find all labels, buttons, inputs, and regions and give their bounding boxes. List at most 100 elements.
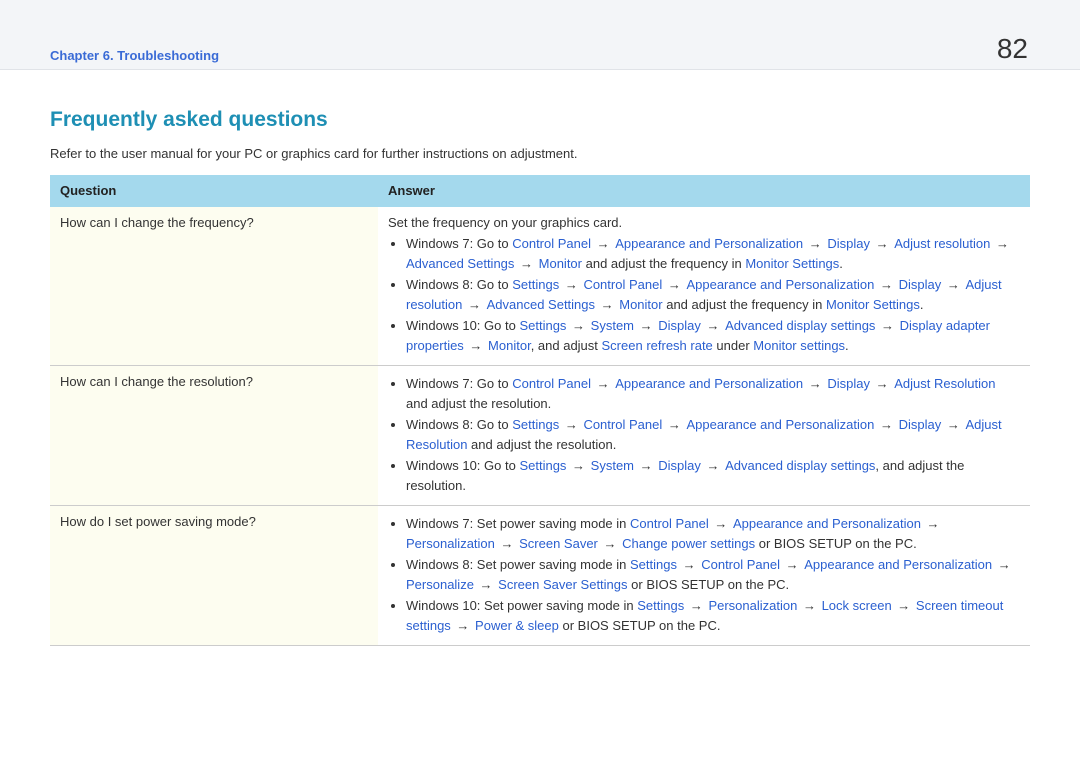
nav-step: Appearance and Personalization <box>686 417 874 432</box>
nav-step: Personalization <box>406 536 495 551</box>
nav-step: Monitor <box>488 338 531 353</box>
arrow-icon: → <box>711 516 731 531</box>
arrow-icon: → <box>876 277 896 292</box>
nav-step: Change power settings <box>622 536 755 551</box>
arrow-icon: → <box>636 458 656 473</box>
nav-step: Monitor <box>619 297 662 312</box>
arrow-icon: → <box>568 458 588 473</box>
arrow-icon: → <box>593 236 613 251</box>
nav-step: Control Panel <box>512 236 591 251</box>
arrow-icon: → <box>597 297 617 312</box>
arrow-icon: → <box>943 417 963 432</box>
list-item: Windows 10: Go to Settings → System → Di… <box>406 456 1020 495</box>
arrow-icon: → <box>561 417 581 432</box>
arrow-icon: → <box>782 557 802 572</box>
nav-step: Screen Saver Settings <box>498 577 627 592</box>
nav-step: Control Panel <box>583 277 662 292</box>
list-item: Windows 7: Set power saving mode in Cont… <box>406 514 1020 553</box>
nav-step: Power & sleep <box>475 618 559 633</box>
nav-step: Advanced Settings <box>406 256 514 271</box>
nav-step: Personalize <box>406 577 474 592</box>
list-item: Windows 7: Go to Control Panel → Appeara… <box>406 374 1020 413</box>
nav-step: Settings <box>519 458 566 473</box>
arrow-icon: → <box>992 236 1009 251</box>
nav-step: Adjust Resolution <box>894 376 995 391</box>
arrow-icon: → <box>703 318 723 333</box>
list-item: Windows 10: Go to Settings → System → Di… <box>406 316 1020 355</box>
nav-step: System <box>591 318 634 333</box>
nav-step: Display <box>899 277 942 292</box>
nav-step: Monitor <box>539 256 582 271</box>
answer-list: Windows 7: Go to Control Panel → Appeara… <box>388 374 1020 495</box>
nav-step: Adjust resolution <box>894 236 990 251</box>
nav-step: Settings <box>512 417 559 432</box>
list-item: Windows 8: Set power saving mode in Sett… <box>406 555 1020 594</box>
question-cell: How can I change the resolution? <box>50 366 378 506</box>
nav-step: Appearance and Personalization <box>804 557 992 572</box>
nav-step: Display <box>827 376 870 391</box>
nav-step: Appearance and Personalization <box>615 376 803 391</box>
header-band: Chapter 6. Troubleshooting 82 <box>0 0 1080 70</box>
nav-step: Display <box>658 318 701 333</box>
nav-step: Advanced display settings <box>725 458 875 473</box>
arrow-icon: → <box>568 318 588 333</box>
arrow-icon: → <box>464 297 484 312</box>
question-cell: How can I change the frequency? <box>50 207 378 366</box>
arrow-icon: → <box>664 417 684 432</box>
nav-step: Appearance and Personalization <box>615 236 803 251</box>
nav-step: Lock screen <box>822 598 892 613</box>
col-header-question: Question <box>50 175 378 207</box>
arrow-icon: → <box>872 376 892 391</box>
arrow-icon: → <box>664 277 684 292</box>
arrow-icon: → <box>877 318 897 333</box>
nav-step: Settings <box>630 557 677 572</box>
nav-step: Screen refresh rate <box>602 338 713 353</box>
nav-step: Control Panel <box>512 376 591 391</box>
table-row: How can I change the resolution? Windows … <box>50 366 1030 506</box>
answer-list: Windows 7: Set power saving mode in Cont… <box>388 514 1020 635</box>
nav-step: Display <box>827 236 870 251</box>
arrow-icon: → <box>466 338 486 353</box>
nav-step: Advanced display settings <box>725 318 875 333</box>
nav-step: Personalization <box>708 598 797 613</box>
page-number: 82 <box>997 33 1030 69</box>
arrow-icon: → <box>593 376 613 391</box>
nav-step: Display <box>658 458 701 473</box>
nav-step: Monitor settings <box>753 338 845 353</box>
nav-step: Settings <box>512 277 559 292</box>
nav-step: Monitor Settings <box>826 297 920 312</box>
arrow-icon: → <box>894 598 914 613</box>
table-row: How do I set power saving mode? Windows 7… <box>50 506 1030 646</box>
arrow-icon: → <box>805 236 825 251</box>
nav-step: Control Panel <box>583 417 662 432</box>
nav-step: System <box>591 458 634 473</box>
table-row: How can I change the frequency?Set the f… <box>50 207 1030 366</box>
list-item: Windows 8: Go to Settings → Control Pane… <box>406 275 1020 314</box>
chapter-label: Chapter 6. Troubleshooting <box>50 48 219 69</box>
nav-step: Advanced Settings <box>487 297 595 312</box>
nav-step: Control Panel <box>701 557 780 572</box>
nav-step: Appearance and Personalization <box>686 277 874 292</box>
nav-step: Screen Saver <box>519 536 598 551</box>
list-item: Windows 10: Set power saving mode in Set… <box>406 596 1020 635</box>
nav-step: Appearance and Personalization <box>733 516 921 531</box>
nav-step: Settings <box>637 598 684 613</box>
arrow-icon: → <box>600 536 620 551</box>
list-item: Windows 8: Go to Settings → Control Pane… <box>406 415 1020 454</box>
section-title: Frequently asked questions <box>50 108 1030 132</box>
nav-step: Settings <box>519 318 566 333</box>
nav-step: Monitor Settings <box>745 256 839 271</box>
arrow-icon: → <box>561 277 581 292</box>
arrow-icon: → <box>476 577 496 592</box>
answer-cell: Windows 7: Set power saving mode in Cont… <box>378 506 1030 646</box>
arrow-icon: → <box>679 557 699 572</box>
content-area: Frequently asked questions Refer to the … <box>0 70 1080 646</box>
answer-cell: Windows 7: Go to Control Panel → Appeara… <box>378 366 1030 506</box>
question-cell: How do I set power saving mode? <box>50 506 378 646</box>
answer-cell: Set the frequency on your graphics card.… <box>378 207 1030 366</box>
arrow-icon: → <box>703 458 723 473</box>
nav-step: Control Panel <box>630 516 709 531</box>
arrow-icon: → <box>497 536 517 551</box>
answer-lead: Set the frequency on your graphics card. <box>388 213 1020 233</box>
arrow-icon: → <box>872 236 892 251</box>
